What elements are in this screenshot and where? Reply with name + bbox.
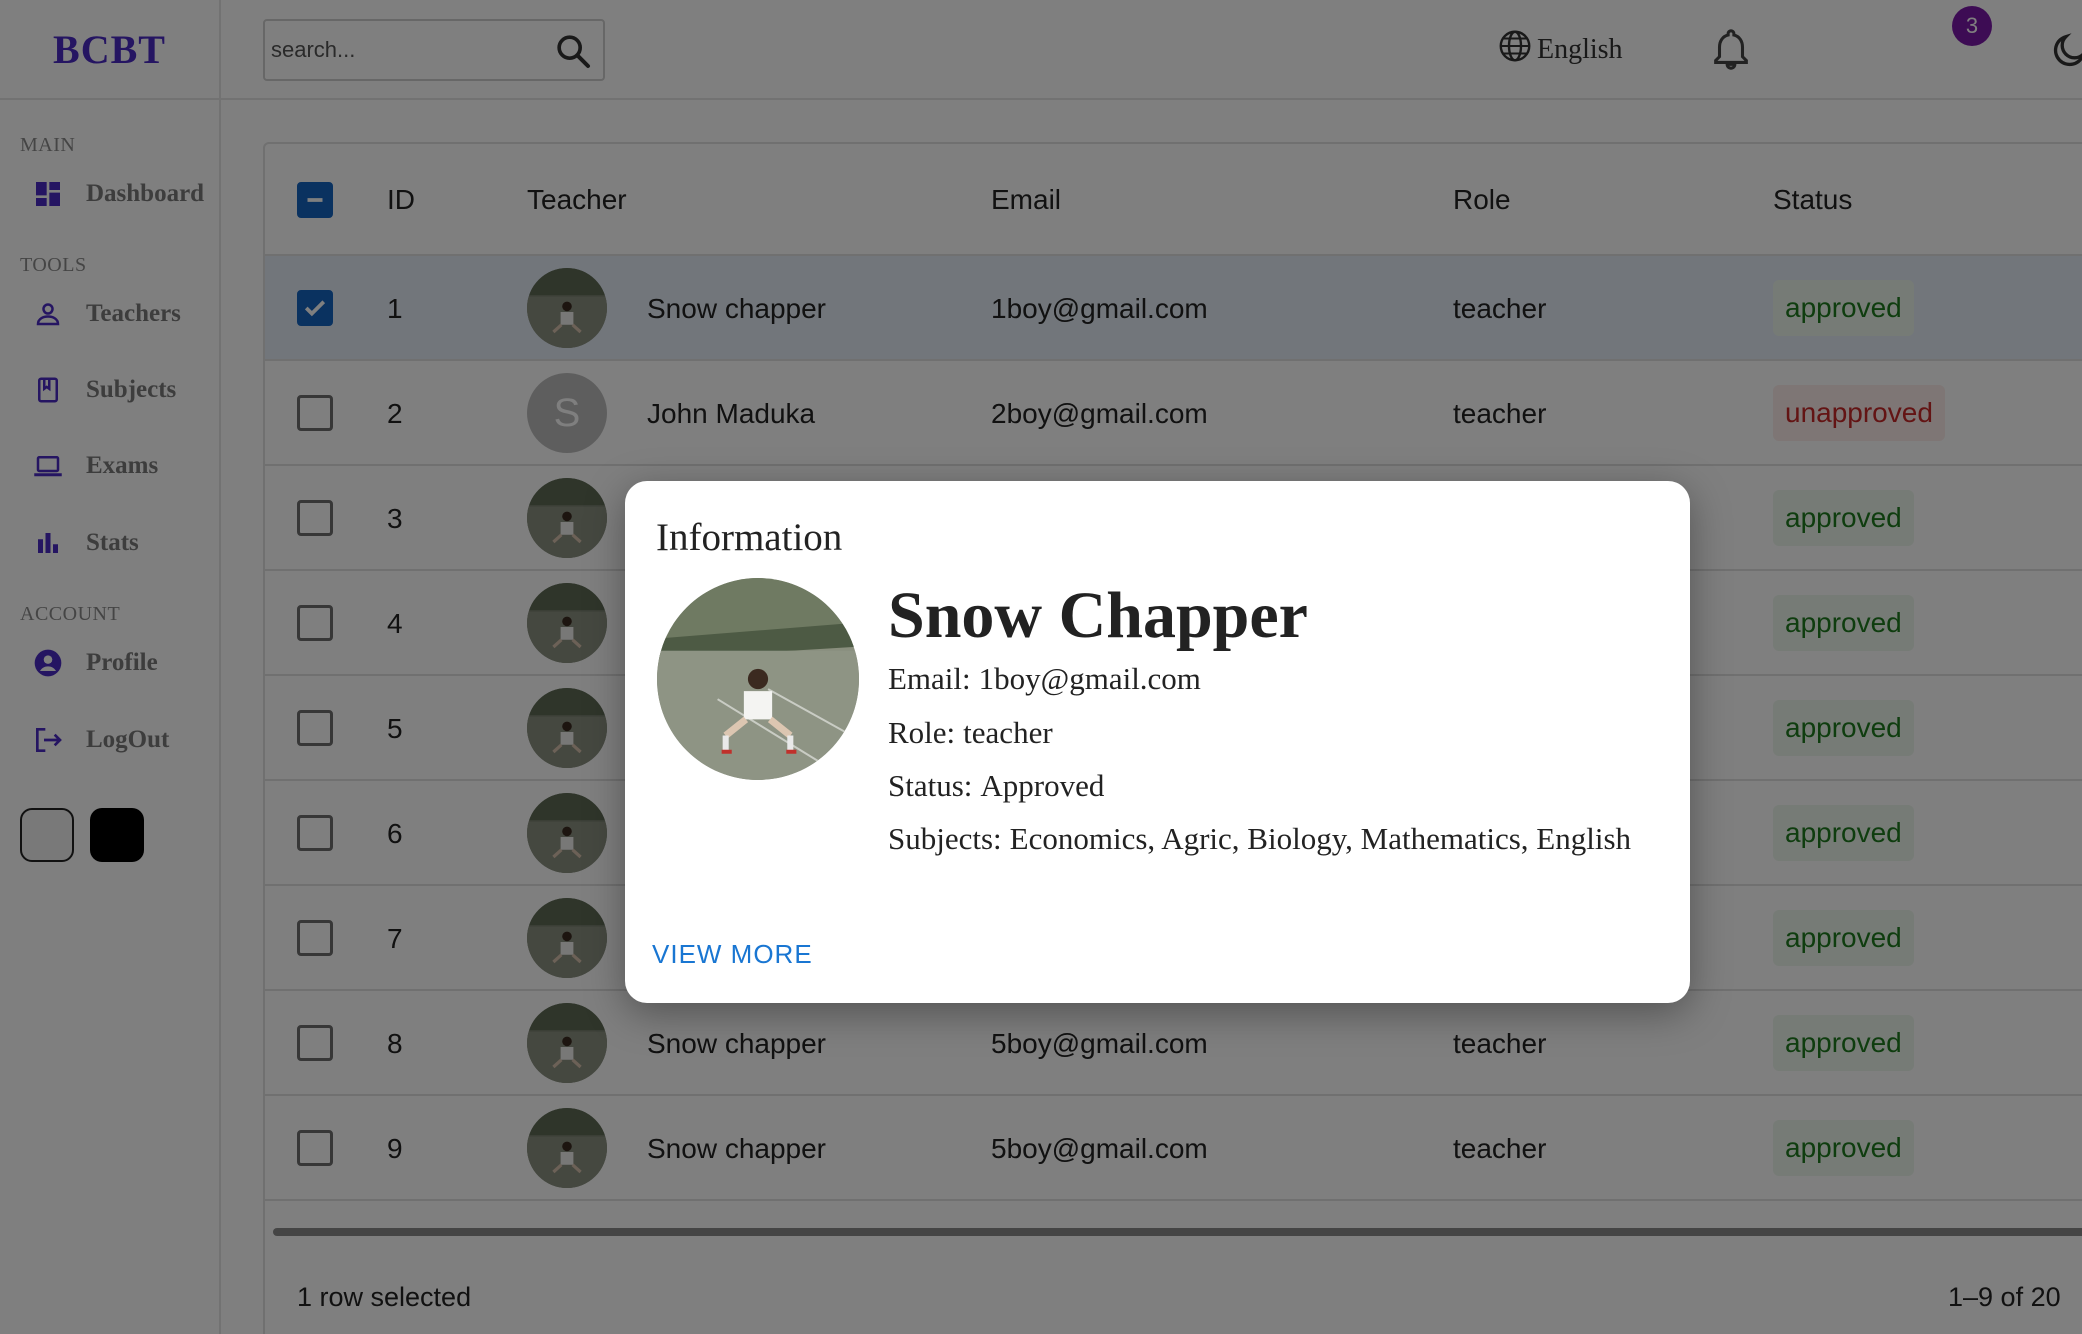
teacher-photo	[657, 578, 859, 780]
role-value: teacher	[963, 715, 1053, 750]
email-value: 1boy@gmail.com	[978, 661, 1201, 696]
status-label: Status:	[888, 768, 973, 803]
teacher-role-line: Role: teacher	[888, 715, 1053, 751]
teacher-email-line: Email: 1boy@gmail.com	[888, 661, 1201, 697]
teacher-name: Snow Chapper	[888, 579, 1308, 652]
subjects-label: Subjects:	[888, 821, 1002, 856]
teacher-subjects-line: Subjects: Economics, Agric, Biology, Math…	[888, 821, 1631, 857]
teacher-info-dialog: Information Snow Chapper Email: 1boy@gmai…	[625, 481, 1690, 1003]
email-label: Email:	[888, 661, 971, 696]
status-value: Approved	[980, 768, 1105, 803]
subjects-value: Economics, Agric, Biology, Mathematics, …	[1009, 821, 1632, 856]
role-label: Role:	[888, 715, 956, 750]
view-more-button[interactable]: VIEW MORE	[652, 939, 813, 970]
teacher-status-line: Status: Approved	[888, 768, 1104, 804]
dialog-title: Information	[656, 516, 843, 559]
